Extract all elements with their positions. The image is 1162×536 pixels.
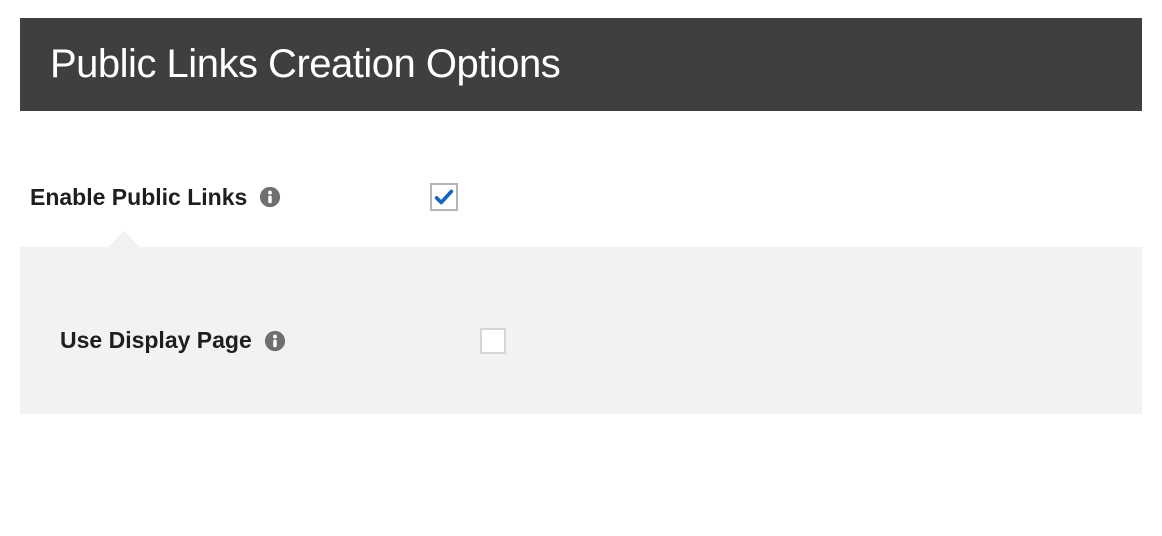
option-row-use-display-page: Use Display Page [60,327,1132,354]
option-row-enable-public-links: Enable Public Links [20,111,1142,247]
sub-panel: Use Display Page [20,247,1142,414]
section-header: Public Links Creation Options [20,18,1142,111]
info-icon[interactable] [259,186,281,208]
info-icon[interactable] [264,330,286,352]
section-title: Public Links Creation Options [50,42,1112,87]
use-display-page-checkbox[interactable] [480,328,506,354]
use-display-page-label: Use Display Page [60,327,252,354]
option-label: Use Display Page [60,327,480,354]
enable-public-links-checkbox[interactable] [430,183,458,211]
option-label: Enable Public Links [30,184,430,211]
enable-public-links-label: Enable Public Links [30,184,247,211]
